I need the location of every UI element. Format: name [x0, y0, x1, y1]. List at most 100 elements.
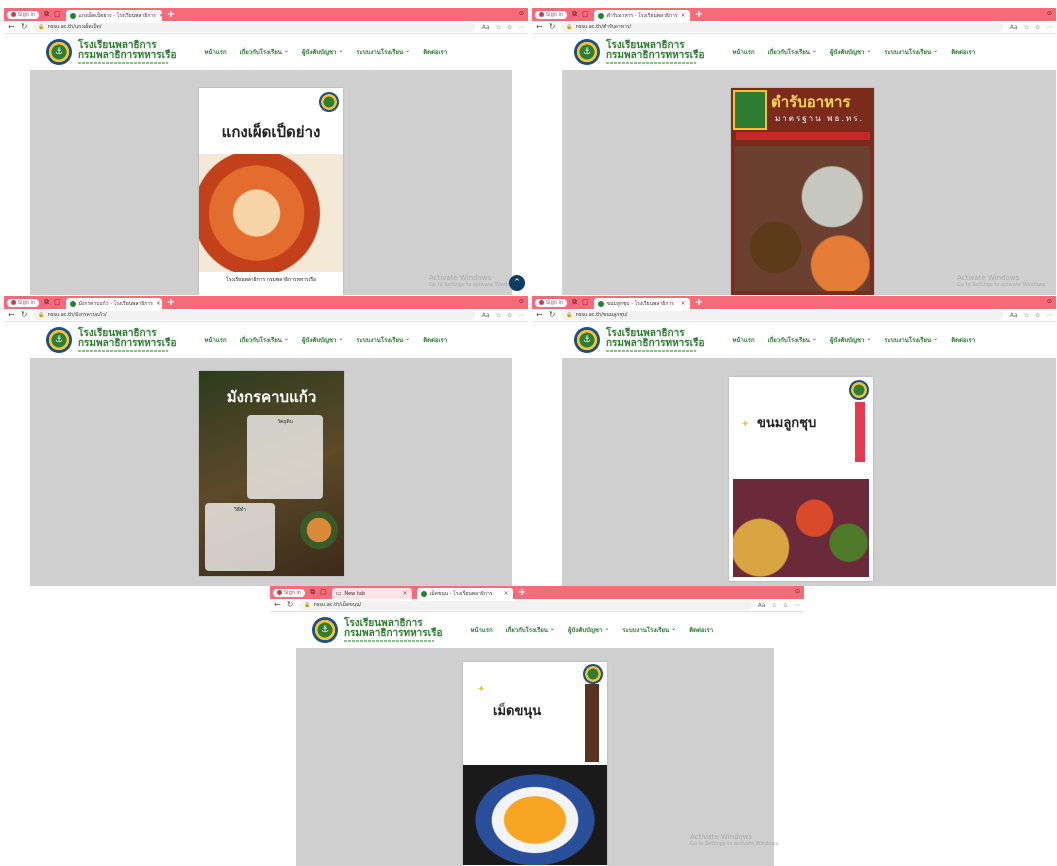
refresh-icon[interactable]: ↻: [549, 23, 556, 31]
school-logo[interactable]: ⚓: [46, 327, 72, 353]
menu-commanders[interactable]: ผู้บังคับบัญชา ⌄: [568, 625, 609, 635]
pdf-viewer[interactable]: ตำรับอาหาร มาตรฐาน พธ.ทร. Activate Windo…: [532, 70, 1056, 295]
sign-in-button[interactable]: Sign in: [7, 298, 40, 307]
close-icon[interactable]: ×: [681, 12, 686, 19]
menu-contact[interactable]: ติดต่อเรา: [423, 335, 447, 345]
minimize-icon[interactable]: ⊙: [795, 588, 800, 595]
sign-in-button[interactable]: Sign in: [7, 10, 40, 19]
url-input[interactable]: 🔒 nssu.ac.th/ตำรับอาหาร/: [561, 22, 1004, 32]
tab-actions-icon[interactable]: ▢: [582, 299, 589, 306]
school-name[interactable]: โรงเรียนพลาธิการ กรมพลาธิการทหารเรือ: [606, 40, 704, 64]
school-logo[interactable]: ⚓: [312, 617, 338, 643]
menu-home[interactable]: หน้าแรก: [204, 47, 226, 57]
more-icon[interactable]: ⋯: [518, 24, 524, 31]
menu-systems[interactable]: ระบบงานโรงเรียน ⌄: [884, 335, 938, 345]
refresh-icon[interactable]: ↻: [21, 23, 28, 31]
new-tab-button[interactable]: +: [518, 587, 526, 598]
menu-home[interactable]: หน้าแรก: [732, 47, 754, 57]
star-icon[interactable]: ☆: [1024, 312, 1029, 319]
workspaces-icon[interactable]: ⧉: [572, 299, 577, 306]
school-logo[interactable]: ⚓: [574, 39, 600, 65]
star-icon[interactable]: ☆: [496, 24, 501, 31]
close-icon[interactable]: ×: [504, 590, 509, 597]
url-input[interactable]: 🔒 nssu.ac.th/แกงเผ็ดเป็ด/: [33, 22, 476, 32]
refresh-icon[interactable]: ↻: [21, 311, 28, 319]
favorites-icon[interactable]: ✩: [1035, 312, 1040, 319]
url-input[interactable]: 🔒 nssu.ac.th/ขนมลูกชุบ/: [561, 310, 1004, 320]
close-icon[interactable]: ×: [159, 12, 162, 19]
more-icon[interactable]: ⋯: [794, 602, 800, 609]
refresh-icon[interactable]: ↻: [287, 601, 294, 609]
menu-home[interactable]: หน้าแรก: [470, 625, 492, 635]
menu-about[interactable]: เกี่ยวกับโรงเรียน ⌄: [768, 335, 817, 345]
back-icon[interactable]: ←: [274, 601, 281, 609]
minimize-icon[interactable]: ⊙: [519, 10, 524, 17]
url-input[interactable]: 🔒 nssu.ac.th/เม็ดขนุน/: [299, 600, 752, 610]
tab-actions-icon[interactable]: ▢: [54, 299, 61, 306]
pdf-viewer[interactable]: มังกรคาบแก้ว วัตถุดิบ วิธีทำ Activate Wi…: [4, 358, 528, 586]
minimize-icon[interactable]: ⊙: [1047, 298, 1052, 305]
back-icon[interactable]: ←: [536, 311, 543, 319]
favorites-icon[interactable]: ✩: [507, 312, 512, 319]
refresh-icon[interactable]: ↻: [549, 311, 556, 319]
tab-actions-icon[interactable]: ▢: [320, 589, 327, 596]
star-icon[interactable]: ☆: [1024, 24, 1029, 31]
menu-home[interactable]: หน้าแรก: [732, 335, 754, 345]
new-tab-button[interactable]: +: [695, 9, 703, 20]
new-tab-button[interactable]: +: [167, 9, 175, 20]
tab-active[interactable]: เม็ดขนุน - โรงเรียนพลาธิการ ×: [416, 588, 513, 599]
tab-active[interactable]: ตำรับอาหาร - โรงเรียนพลาธิการ ×: [593, 10, 690, 21]
tab-active[interactable]: มังกรคาบแก้ว - โรงเรียนพลาธิการ ×: [65, 298, 162, 309]
pdf-viewer[interactable]: แกงเผ็ดเป็ดย่าง โรงเรียนพลาธิการ กรมพลาธ…: [4, 70, 528, 295]
read-aloud-icon[interactable]: Aa: [758, 602, 766, 609]
menu-about[interactable]: เกี่ยวกับโรงเรียน ⌄: [768, 47, 817, 57]
menu-contact[interactable]: ติดต่อเรา: [689, 625, 713, 635]
back-icon[interactable]: ←: [8, 311, 15, 319]
menu-commanders[interactable]: ผู้บังคับบัญชา ⌄: [830, 335, 871, 345]
menu-systems[interactable]: ระบบงานโรงเรียน ⌄: [356, 47, 410, 57]
school-logo[interactable]: ⚓: [574, 327, 600, 353]
read-aloud-icon[interactable]: Aa: [1010, 312, 1018, 319]
favorites-icon[interactable]: ✩: [507, 24, 512, 31]
star-icon[interactable]: ☆: [496, 312, 501, 319]
sign-in-button[interactable]: Sign in: [273, 588, 306, 597]
tab-active[interactable]: แกงเผ็ดเป็ดย่าง - โรงเรียนพลาธิการ ×: [65, 10, 162, 21]
menu-commanders[interactable]: ผู้บังคับบัญชา ⌄: [302, 47, 343, 57]
menu-commanders[interactable]: ผู้บังคับบัญชา ⌄: [302, 335, 343, 345]
pdf-viewer[interactable]: ✦ ขนมลูกชุบ Activate WindowsGo to Settin…: [532, 358, 1056, 586]
new-tab-button[interactable]: +: [695, 297, 703, 308]
read-aloud-icon[interactable]: Aa: [482, 312, 490, 319]
minimize-icon[interactable]: ⊙: [1047, 10, 1052, 17]
menu-about[interactable]: เกี่ยวกับโรงเรียน ⌄: [240, 335, 289, 345]
favorites-icon[interactable]: ✩: [1035, 24, 1040, 31]
school-name[interactable]: โรงเรียนพลาธิการ กรมพลาธิการทหารเรือ: [78, 328, 176, 352]
new-tab-button[interactable]: +: [167, 297, 175, 308]
menu-home[interactable]: หน้าแรก: [204, 335, 226, 345]
tab-actions-icon[interactable]: ▢: [54, 11, 61, 18]
school-name[interactable]: โรงเรียนพลาธิการ กรมพลาธิการทหารเรือ: [606, 328, 704, 352]
menu-systems[interactable]: ระบบงานโรงเรียน ⌄: [884, 47, 938, 57]
read-aloud-icon[interactable]: Aa: [1010, 24, 1018, 31]
school-logo[interactable]: ⚓: [46, 39, 72, 65]
favorites-icon[interactable]: ✩: [783, 602, 788, 609]
tab-actions-icon[interactable]: ▢: [582, 11, 589, 18]
menu-contact[interactable]: ติดต่อเรา: [423, 47, 447, 57]
tab-active[interactable]: ขนมลูกชุบ - โรงเรียนพลาธิการ ×: [593, 298, 690, 309]
back-icon[interactable]: ←: [8, 23, 15, 31]
read-aloud-icon[interactable]: Aa: [482, 24, 490, 31]
pdf-viewer[interactable]: ✦ เม็ดขนุน Activate Windows Go to Setting…: [270, 648, 804, 866]
menu-contact[interactable]: ติดต่อเรา: [951, 47, 975, 57]
close-icon[interactable]: ×: [403, 590, 408, 597]
menu-about[interactable]: เกี่ยวกับโรงเรียน ⌄: [240, 47, 289, 57]
menu-contact[interactable]: ติดต่อเรา: [951, 335, 975, 345]
back-icon[interactable]: ←: [536, 23, 543, 31]
workspaces-icon[interactable]: ⧉: [44, 299, 49, 306]
sign-in-button[interactable]: Sign in: [535, 298, 568, 307]
url-input[interactable]: 🔒 nssu.ac.th/มังกรคาบแก้ว/: [33, 310, 476, 320]
menu-commanders[interactable]: ผู้บังคับบัญชา ⌄: [830, 47, 871, 57]
school-name[interactable]: โรงเรียนพลาธิการ กรมพลาธิการทหารเรือ: [344, 618, 442, 642]
scroll-up-icon[interactable]: ⌃: [509, 275, 525, 291]
star-icon[interactable]: ☆: [772, 602, 777, 609]
menu-about[interactable]: เกี่ยวกับโรงเรียน ⌄: [506, 625, 555, 635]
close-icon[interactable]: ×: [156, 300, 161, 307]
